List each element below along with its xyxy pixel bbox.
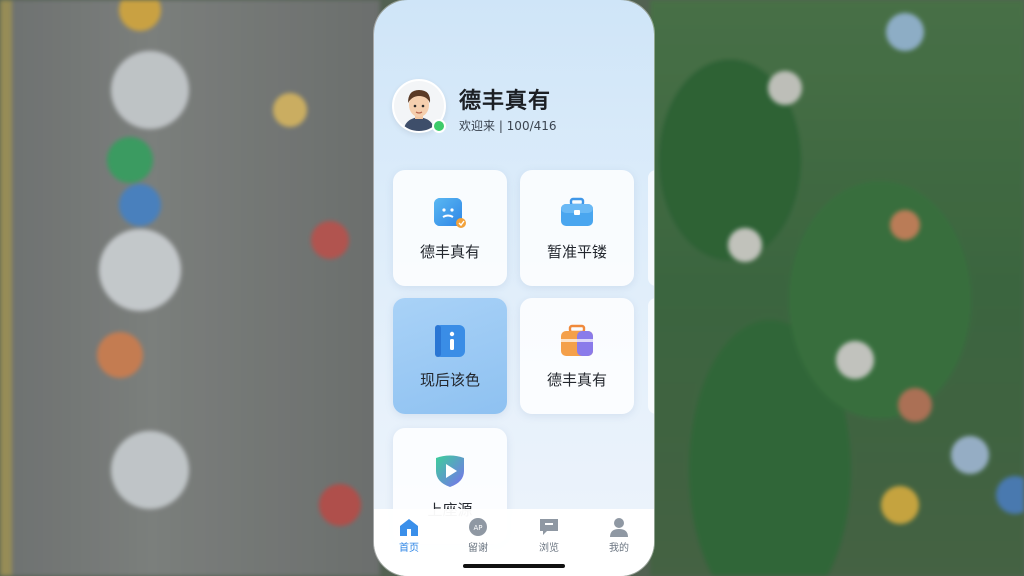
profile-header[interactable]: 德丰真有 欢迎来 | 100/416 [392, 79, 642, 135]
tab-label: 首页 [399, 543, 419, 554]
toolbox-icon [559, 323, 595, 359]
online-status-dot [432, 119, 446, 133]
home-indicator-bar[interactable] [463, 564, 565, 568]
tab-label: 浏览 [539, 543, 559, 554]
grid-card-2[interactable]: 暂准平镂 [520, 170, 634, 286]
home-icon [400, 519, 418, 536]
svg-text:AP: AP [473, 524, 482, 532]
tab-label: 留谢 [468, 543, 488, 554]
partial-card-edge [648, 298, 654, 414]
person-icon [610, 518, 628, 537]
tab-label: 我的 [609, 543, 629, 554]
info-book-icon [432, 323, 468, 359]
grid-card-label: 德丰真有 [546, 371, 607, 389]
phone-screen: 德丰真有 欢迎来 | 100/416 德丰真有 暂准平镂 现后该色 德丰真有 首… [374, 0, 654, 576]
grid-card-label: 现后该色 [419, 371, 480, 389]
tab-discover[interactable]: AP 留谢 [448, 517, 508, 557]
tab-profile[interactable]: 我的 [589, 517, 649, 557]
grid-card-1[interactable]: 德丰真有 [393, 170, 507, 286]
grid-card-label: 德丰真有 [419, 243, 480, 261]
tab-home[interactable]: 首页 [379, 517, 439, 557]
grid-card-label: 暂准平镂 [546, 243, 607, 261]
message-icon [540, 519, 558, 535]
partial-card-edge [648, 170, 654, 286]
grid-card-3[interactable]: 现后该色 [393, 298, 507, 414]
grid-card-4[interactable]: 德丰真有 [520, 298, 634, 414]
shield-play-icon [432, 453, 468, 489]
chat-card-icon [432, 195, 468, 231]
discover-icon: AP [469, 518, 487, 536]
user-subtitle: 欢迎来 | 100/416 [459, 119, 557, 133]
user-name: 德丰真有 [459, 89, 552, 114]
tab-messages[interactable]: 浏览 [519, 517, 579, 557]
briefcase-icon [559, 195, 595, 231]
